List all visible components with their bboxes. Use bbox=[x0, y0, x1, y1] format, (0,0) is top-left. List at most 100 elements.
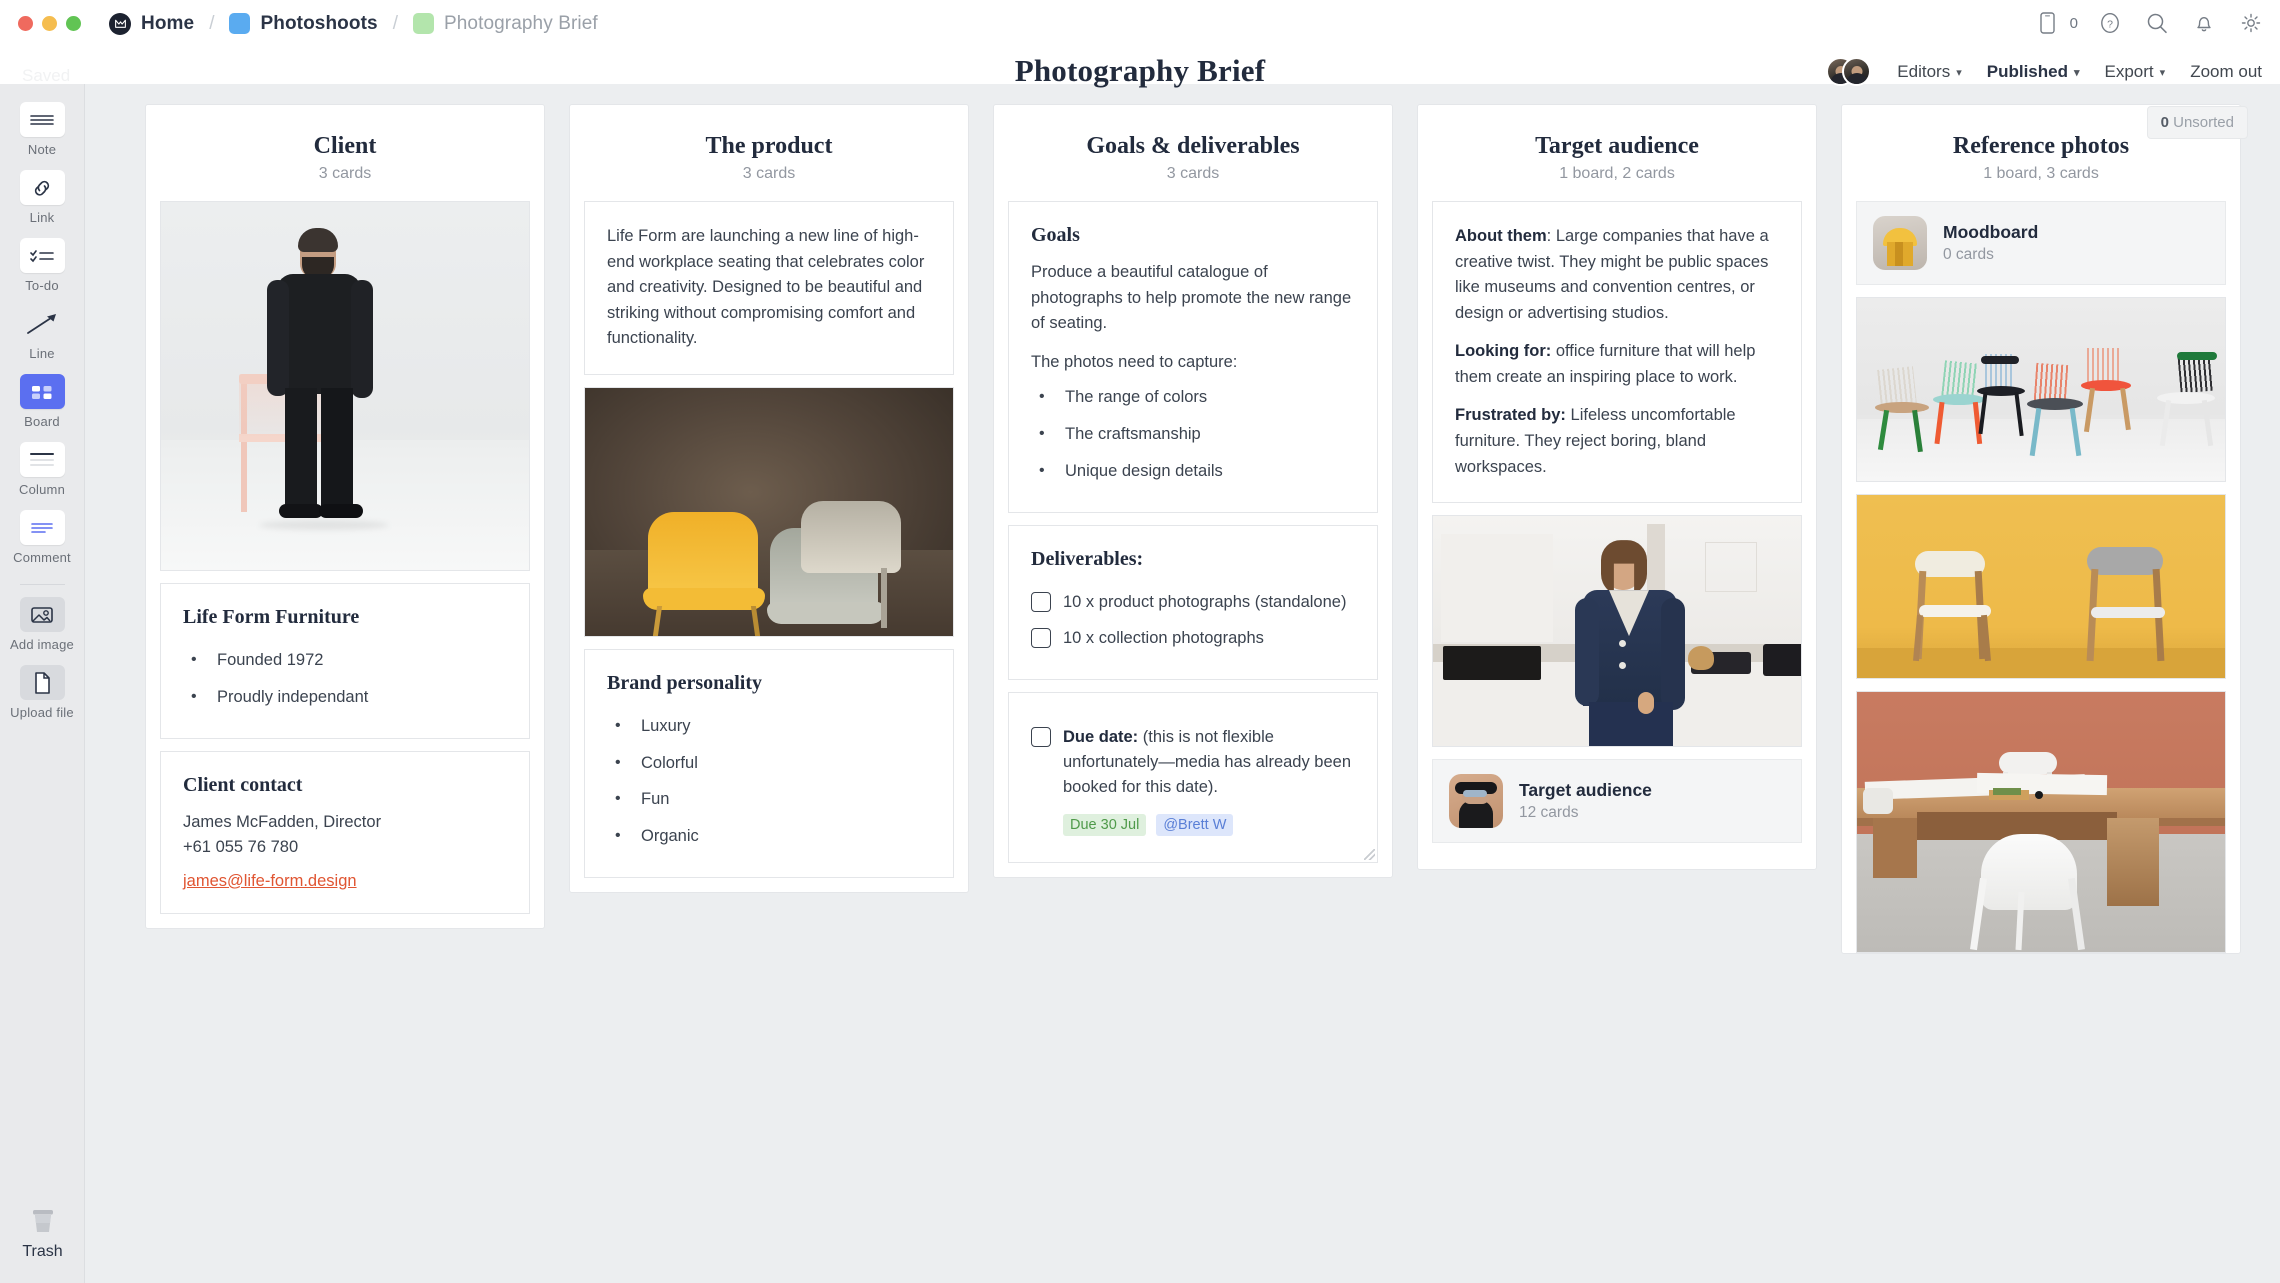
contact-details: James McFadden, Director +61 055 76 780 bbox=[183, 810, 507, 861]
green-swatch-icon bbox=[412, 13, 434, 34]
tool-upload-file[interactable]: Upload file bbox=[0, 665, 85, 720]
tool-board[interactable]: Board bbox=[0, 374, 85, 429]
board-card-count: 0 cards bbox=[1943, 246, 1994, 263]
card-audience-notes[interactable]: About them: Large companies that have a … bbox=[1432, 201, 1802, 504]
editors-menu[interactable]: Editors ▾ bbox=[1897, 62, 1961, 82]
tool-label-column: Column bbox=[19, 482, 65, 497]
checkbox[interactable] bbox=[1031, 591, 1051, 612]
card-client-photo[interactable] bbox=[160, 201, 530, 571]
column-the-product[interactable]: The product 3 cards Life Form are launch… bbox=[569, 104, 969, 893]
breadcrumb-separator: / bbox=[209, 12, 215, 34]
looking-for-label: Looking for: bbox=[1455, 342, 1552, 361]
tool-trash[interactable]: Trash bbox=[0, 1204, 85, 1261]
board-canvas[interactable]: 0 Unsorted Client 3 cards Life Form Furn… bbox=[85, 84, 2280, 1283]
card-reference-photo-3[interactable] bbox=[1856, 691, 2226, 953]
maximize-window-button[interactable] bbox=[66, 16, 81, 31]
checkbox[interactable] bbox=[1031, 628, 1051, 649]
tool-add-image[interactable]: Add image bbox=[0, 597, 85, 652]
contact-phone: +61 055 76 780 bbox=[183, 838, 299, 857]
editor-avatars[interactable] bbox=[1826, 57, 1872, 87]
yellow-and-grey-chairs-photo bbox=[585, 387, 953, 636]
tool-line[interactable]: Line bbox=[0, 306, 85, 361]
due-date-badge[interactable]: Due 30 Jul bbox=[1063, 814, 1147, 837]
mention-badge[interactable]: @Brett W bbox=[1156, 814, 1234, 837]
search-icon[interactable] bbox=[2142, 8, 2172, 38]
help-icon[interactable]: ? bbox=[2095, 8, 2125, 38]
comment-icon bbox=[19, 510, 65, 545]
contact-email-link[interactable]: james@life-form.design bbox=[183, 872, 357, 890]
line-arrow-icon bbox=[20, 306, 65, 341]
tool-note[interactable]: Note bbox=[0, 102, 85, 157]
column-header: Goals & deliverables 3 cards bbox=[994, 105, 1392, 201]
contact-title: Client contact bbox=[183, 773, 303, 796]
notifications-icon[interactable] bbox=[2189, 8, 2219, 38]
card-due-date[interactable]: Due date: (this is not flexible unfortun… bbox=[1008, 692, 1378, 864]
about-them-label: About them bbox=[1455, 227, 1547, 245]
toolbar-divider bbox=[19, 584, 65, 585]
card-deliverables[interactable]: Deliverables: 10 x product photographs (… bbox=[1008, 524, 1378, 680]
zoom-out-button[interactable]: Zoom out bbox=[2190, 62, 2262, 82]
tool-column[interactable]: Column bbox=[0, 442, 85, 497]
export-label: Export bbox=[2104, 62, 2154, 81]
tool-todo[interactable]: To-do bbox=[0, 238, 85, 293]
card-reference-photo-2[interactable] bbox=[1856, 494, 2226, 679]
svg-text:?: ? bbox=[2107, 18, 2113, 30]
column-subtitle: 3 cards bbox=[742, 165, 796, 182]
left-toolbar: Note Link To-do Line Board Column Commen… bbox=[0, 84, 85, 1283]
brand-bullets: Luxury Colorful Fun Organic bbox=[607, 708, 931, 855]
card-audience-photo[interactable] bbox=[1432, 515, 1802, 748]
window-controls[interactable] bbox=[18, 16, 81, 31]
unsorted-tray[interactable]: 0 Unsorted bbox=[2146, 106, 2248, 139]
todo-label: 10 x collection photographs bbox=[1063, 629, 1264, 648]
list-item: The range of colors bbox=[1031, 379, 1355, 416]
card-client-contact[interactable]: Client contact James McFadden, Director … bbox=[160, 750, 530, 914]
tool-label-board: Board bbox=[24, 414, 60, 429]
published-menu[interactable]: Published ▾ bbox=[1987, 62, 2080, 82]
tool-comment[interactable]: Comment bbox=[0, 510, 85, 565]
yellow-armchair-thumb bbox=[1873, 216, 1927, 270]
tool-label-comment: Comment bbox=[13, 550, 71, 565]
breadcrumb-label-current: Photography Brief bbox=[443, 12, 598, 34]
column-client[interactable]: Client 3 cards Life Form Furniture • Fou… bbox=[145, 104, 545, 929]
about-them-paragraph: About them: Large companies that have a … bbox=[1455, 224, 1779, 326]
breadcrumb-item-current[interactable]: Photography Brief bbox=[407, 13, 604, 35]
column-title: Goals & deliverables bbox=[1086, 133, 1300, 159]
column-target-audience[interactable]: Target audience 1 board, 2 cards About t… bbox=[1417, 104, 1817, 871]
column-subtitle: 3 cards bbox=[318, 165, 372, 182]
board-link-text: Moodboard 0 cards bbox=[1943, 222, 2038, 264]
minimize-window-button[interactable] bbox=[42, 16, 57, 31]
column-reference-photos[interactable]: Reference photos 1 board, 3 cards Moodbo… bbox=[1841, 104, 2241, 954]
column-subtitle: 1 board, 2 cards bbox=[1559, 165, 1675, 182]
man-with-hat-and-sunglasses-thumb bbox=[1449, 774, 1503, 829]
board-link-target-audience[interactable]: Target audience 12 cards bbox=[1432, 759, 1802, 844]
list-item: Colorful bbox=[607, 745, 931, 782]
tool-link[interactable]: Link bbox=[0, 170, 85, 225]
card-reference-photo-1[interactable] bbox=[1856, 297, 2226, 482]
goals-title: Goals bbox=[1031, 224, 1080, 246]
avatar bbox=[1842, 57, 1872, 86]
todo-item[interactable]: 10 x product photographs (standalone) bbox=[1031, 584, 1355, 621]
tool-label-line: Line bbox=[29, 346, 55, 361]
mobile-icon[interactable] bbox=[2033, 8, 2063, 38]
breadcrumb-item-home[interactable]: Home bbox=[103, 12, 200, 35]
breadcrumb-item-photoshoots[interactable]: Photoshoots bbox=[223, 13, 383, 35]
man-standing-with-pink-chair-photo bbox=[161, 202, 529, 570]
todo-item[interactable]: 10 x collection photographs bbox=[1031, 620, 1355, 657]
board-card-count: 12 cards bbox=[1519, 804, 1579, 822]
list-item: Organic bbox=[607, 818, 931, 855]
checkbox[interactable] bbox=[1031, 727, 1051, 747]
todo-item-due-date[interactable]: Due date: (this is not flexible unfortun… bbox=[1031, 719, 1355, 805]
export-menu[interactable]: Export ▾ bbox=[2105, 62, 2166, 82]
card-product-intro[interactable]: Life Form are launching a new line of hi… bbox=[584, 201, 954, 375]
tag-row: Due 30 Jul @Brett W bbox=[1063, 814, 1355, 837]
resize-handle[interactable] bbox=[1364, 849, 1375, 861]
settings-gear-icon[interactable] bbox=[2236, 8, 2266, 38]
card-goals[interactable]: Goals Produce a beautiful catalogue of p… bbox=[1008, 201, 1378, 513]
card-brand-personality[interactable]: Brand personality Luxury Colorful Fun Or… bbox=[584, 648, 954, 878]
column-goals-deliverables[interactable]: Goals & deliverables 3 cards Goals Produ… bbox=[993, 104, 1393, 879]
goals-paragraph-2: The photos need to capture: bbox=[1031, 352, 1238, 371]
card-product-photo[interactable] bbox=[584, 386, 954, 637]
board-link-moodboard[interactable]: Moodboard 0 cards bbox=[1856, 201, 2226, 285]
card-company-info[interactable]: Life Form Furniture Founded 1972 Proudly… bbox=[160, 583, 530, 739]
close-window-button[interactable] bbox=[18, 16, 33, 31]
